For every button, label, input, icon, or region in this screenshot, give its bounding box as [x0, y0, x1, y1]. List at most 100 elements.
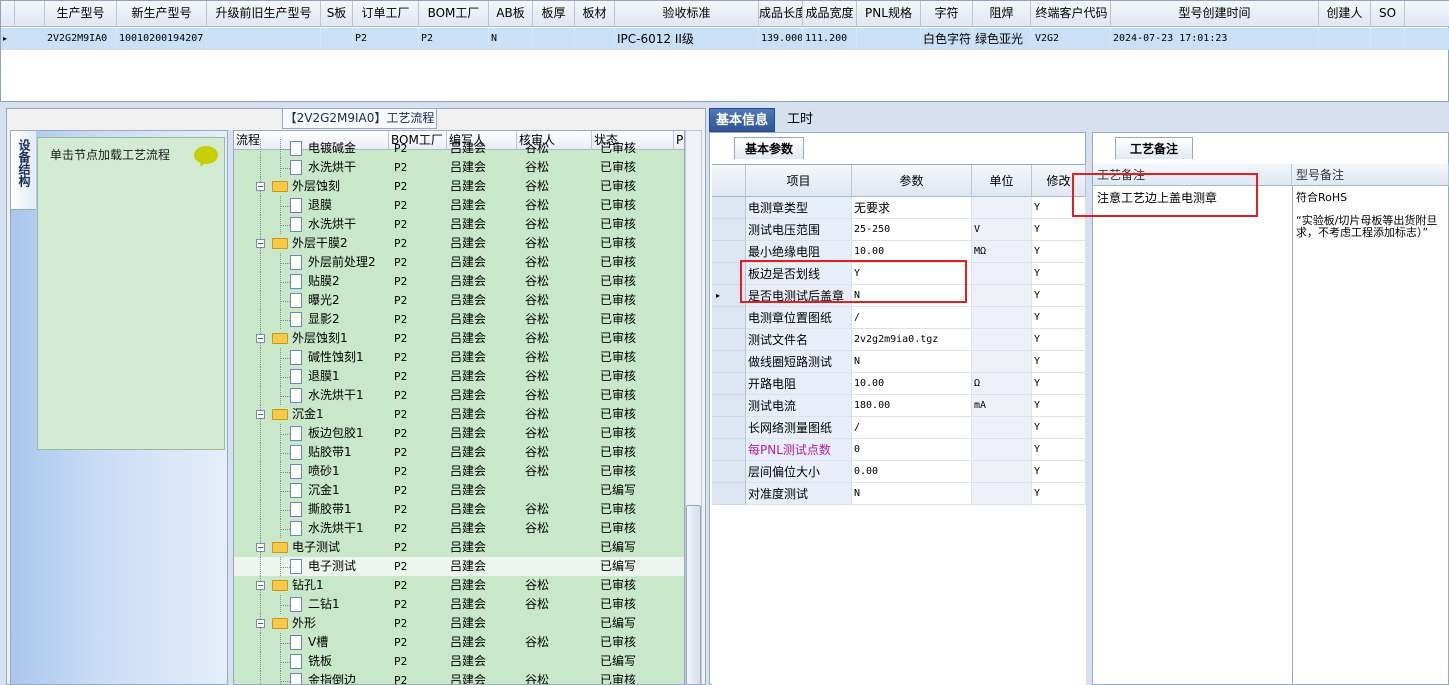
- tree-scrollbar-thumb[interactable]: [686, 505, 701, 685]
- param-value-cell[interactable]: 25-250: [852, 219, 972, 241]
- tree-row[interactable]: 显影2 P2 吕建会 谷松 已审核: [234, 310, 684, 329]
- tree-row[interactable]: 电镀碱金 P2 吕建会 谷松 已审核: [234, 139, 684, 158]
- tree-row[interactable]: − 外层蚀刻1 P2 吕建会 谷松 已审核: [234, 329, 684, 348]
- tree-row[interactable]: 水洗烘干1 P2 吕建会 谷松 已审核: [234, 386, 684, 405]
- tab-device-structure[interactable]: 设备结构: [10, 130, 36, 210]
- model-grid-column-header[interactable]: 成品宽度: [803, 1, 857, 27]
- param-value-cell[interactable]: 无要求: [852, 197, 972, 219]
- params-row[interactable]: 测试电流 180.00 mA Y: [712, 395, 1086, 417]
- param-value-cell[interactable]: 0: [852, 439, 972, 461]
- tree-row[interactable]: 水洗烘干 P2 吕建会 谷松 已审核: [234, 215, 684, 234]
- param-modify-cell[interactable]: Y: [1032, 285, 1086, 307]
- model-grid-column-header[interactable]: 验收标准: [615, 1, 759, 27]
- tree-row[interactable]: 沉金1 P2 吕建会 已编写: [234, 481, 684, 500]
- tree-row[interactable]: 电子测试 P2 吕建会 已编写: [234, 557, 684, 576]
- tree-row[interactable]: − 电子测试 P2 吕建会 已编写: [234, 538, 684, 557]
- params-row[interactable]: 测试文件名 2v2g2m9ia0.tgz Y: [712, 329, 1086, 351]
- model-grid-column-header[interactable]: 成品长度: [759, 1, 803, 27]
- tree-row[interactable]: 喷砂1 P2 吕建会 谷松 已审核: [234, 462, 684, 481]
- param-value-cell[interactable]: 10.00: [852, 373, 972, 395]
- tree-row[interactable]: 水洗烘干 P2 吕建会 谷松 已审核: [234, 158, 684, 177]
- param-modify-cell[interactable]: Y: [1032, 461, 1086, 483]
- tab-basic-params[interactable]: 基本参数: [734, 137, 805, 159]
- model-grid-cell[interactable]: 2024-07-23 17:01:23: [1111, 28, 1319, 50]
- model-grid-column-header[interactable]: 字符: [921, 1, 973, 27]
- model-grid-cell[interactable]: 白色字符: [921, 28, 973, 50]
- tab-work-hours[interactable]: 工时: [781, 108, 819, 132]
- tree-row[interactable]: 贴膜2 P2 吕建会 谷松 已审核: [234, 272, 684, 291]
- model-grid-cell[interactable]: 10010200194207: [117, 28, 207, 50]
- tab-basic-info[interactable]: 基本信息: [709, 108, 776, 132]
- param-value-cell[interactable]: 180.00: [852, 395, 972, 417]
- param-modify-cell[interactable]: Y: [1032, 417, 1086, 439]
- collapse-toggle-icon[interactable]: −: [256, 410, 265, 419]
- model-grid-cell[interactable]: N: [489, 28, 533, 50]
- model-grid-column-header[interactable]: 板材: [575, 1, 615, 27]
- tree-row[interactable]: 金指倒边 P2 吕建会 谷松 已审核: [234, 671, 684, 684]
- model-grid-cell[interactable]: V2G2: [1033, 28, 1111, 50]
- param-modify-cell[interactable]: Y: [1032, 439, 1086, 461]
- tree-row[interactable]: − 外层蚀刻 P2 吕建会 谷松 已审核: [234, 177, 684, 196]
- model-grid-cell[interactable]: P2: [419, 28, 489, 50]
- param-value-cell[interactable]: /: [852, 307, 972, 329]
- model-grid-cell[interactable]: 111.200: [803, 28, 857, 50]
- params-row[interactable]: 电测章位置图纸 / Y: [712, 307, 1086, 329]
- model-grid-column-header[interactable]: 板厚: [533, 1, 575, 27]
- model-grid-column-header[interactable]: S板: [321, 1, 353, 27]
- tree-row[interactable]: 退膜 P2 吕建会 谷松 已审核: [234, 196, 684, 215]
- model-grid-column-header[interactable]: 升级前旧生产型号: [207, 1, 321, 27]
- tree-row[interactable]: 退膜1 P2 吕建会 谷松 已审核: [234, 367, 684, 386]
- model-grid-cell[interactable]: [857, 28, 921, 50]
- param-value-cell[interactable]: 2v2g2m9ia0.tgz: [852, 329, 972, 351]
- params-row[interactable]: 对准度测试 N Y: [712, 483, 1086, 505]
- tree-row[interactable]: − 沉金1 P2 吕建会 谷松 已审核: [234, 405, 684, 424]
- model-grid-column-header[interactable]: 阻焊: [973, 1, 1031, 27]
- tree-row[interactable]: − 钻孔1 P2 吕建会 谷松 已审核: [234, 576, 684, 595]
- param-value-cell[interactable]: /: [852, 417, 972, 439]
- param-modify-cell[interactable]: Y: [1032, 483, 1086, 505]
- model-grid-column-header[interactable]: 创建人: [1319, 1, 1371, 27]
- params-column-header[interactable]: 参数: [852, 165, 972, 197]
- collapse-toggle-icon[interactable]: −: [256, 334, 265, 343]
- params-row[interactable]: 层间偏位大小 0.00 Y: [712, 461, 1086, 483]
- params-row[interactable]: 做线圈短路测试 N Y: [712, 351, 1086, 373]
- tab-process-notes[interactable]: 工艺备注: [1115, 137, 1193, 159]
- model-grid-cell[interactable]: 绿色亚光: [973, 28, 1031, 50]
- model-grid-cell[interactable]: [321, 28, 353, 50]
- param-value-cell[interactable]: N: [852, 483, 972, 505]
- tree-row[interactable]: 碱性蚀刻1 P2 吕建会 谷松 已审核: [234, 348, 684, 367]
- params-row[interactable]: 开路电阻 10.00 Ω Y: [712, 373, 1086, 395]
- model-grid-cell[interactable]: 2V2G2M9IA0: [45, 28, 117, 50]
- param-modify-cell[interactable]: Y: [1032, 373, 1086, 395]
- tree-row[interactable]: 贴胶带1 P2 吕建会 谷松 已审核: [234, 443, 684, 462]
- tree-row[interactable]: − 外层干膜2 P2 吕建会 谷松 已审核: [234, 234, 684, 253]
- model-grid-cell[interactable]: [207, 28, 321, 50]
- params-row[interactable]: 电测章类型 无要求 Y: [712, 197, 1086, 219]
- collapse-toggle-icon[interactable]: −: [256, 239, 265, 248]
- model-grid-cell[interactable]: [575, 28, 615, 50]
- model-grid-cell[interactable]: 139.000: [759, 28, 803, 50]
- param-modify-cell[interactable]: Y: [1032, 329, 1086, 351]
- collapse-toggle-icon[interactable]: −: [256, 182, 265, 191]
- param-modify-cell[interactable]: Y: [1032, 395, 1086, 417]
- tree-row[interactable]: 二钻1 P2 吕建会 谷松 已审核: [234, 595, 684, 614]
- model-grid-cell[interactable]: [533, 28, 575, 50]
- params-column-header[interactable]: 项目: [746, 165, 852, 197]
- params-column-header[interactable]: 单位: [972, 165, 1032, 197]
- param-modify-cell[interactable]: Y: [1032, 351, 1086, 373]
- param-modify-cell[interactable]: Y: [1032, 263, 1086, 285]
- model-grid-column-header[interactable]: SO: [1371, 1, 1405, 27]
- collapse-toggle-icon[interactable]: −: [256, 581, 265, 590]
- node-hint-box[interactable]: [37, 137, 225, 450]
- tree-row[interactable]: 铣板 P2 吕建会 已编写: [234, 652, 684, 671]
- param-modify-cell[interactable]: Y: [1032, 307, 1086, 329]
- tree-row[interactable]: 板边包胶1 P2 吕建会 谷松 已审核: [234, 424, 684, 443]
- collapse-toggle-icon[interactable]: −: [256, 543, 265, 552]
- model-grid-row[interactable]: ▸ 2V2G2M9IA0 10010200194207 P2 P2 N IPC-6012 …: [1, 28, 1449, 50]
- tree-row[interactable]: − 外形 P2 吕建会 已编写: [234, 614, 684, 633]
- model-grid-column-header[interactable]: AB板: [489, 1, 533, 27]
- model-grid-cell[interactable]: [1319, 28, 1371, 50]
- model-grid-cell[interactable]: [1371, 28, 1405, 50]
- tree-row[interactable]: V槽 P2 吕建会 谷松 已审核: [234, 633, 684, 652]
- param-modify-cell[interactable]: Y: [1032, 241, 1086, 263]
